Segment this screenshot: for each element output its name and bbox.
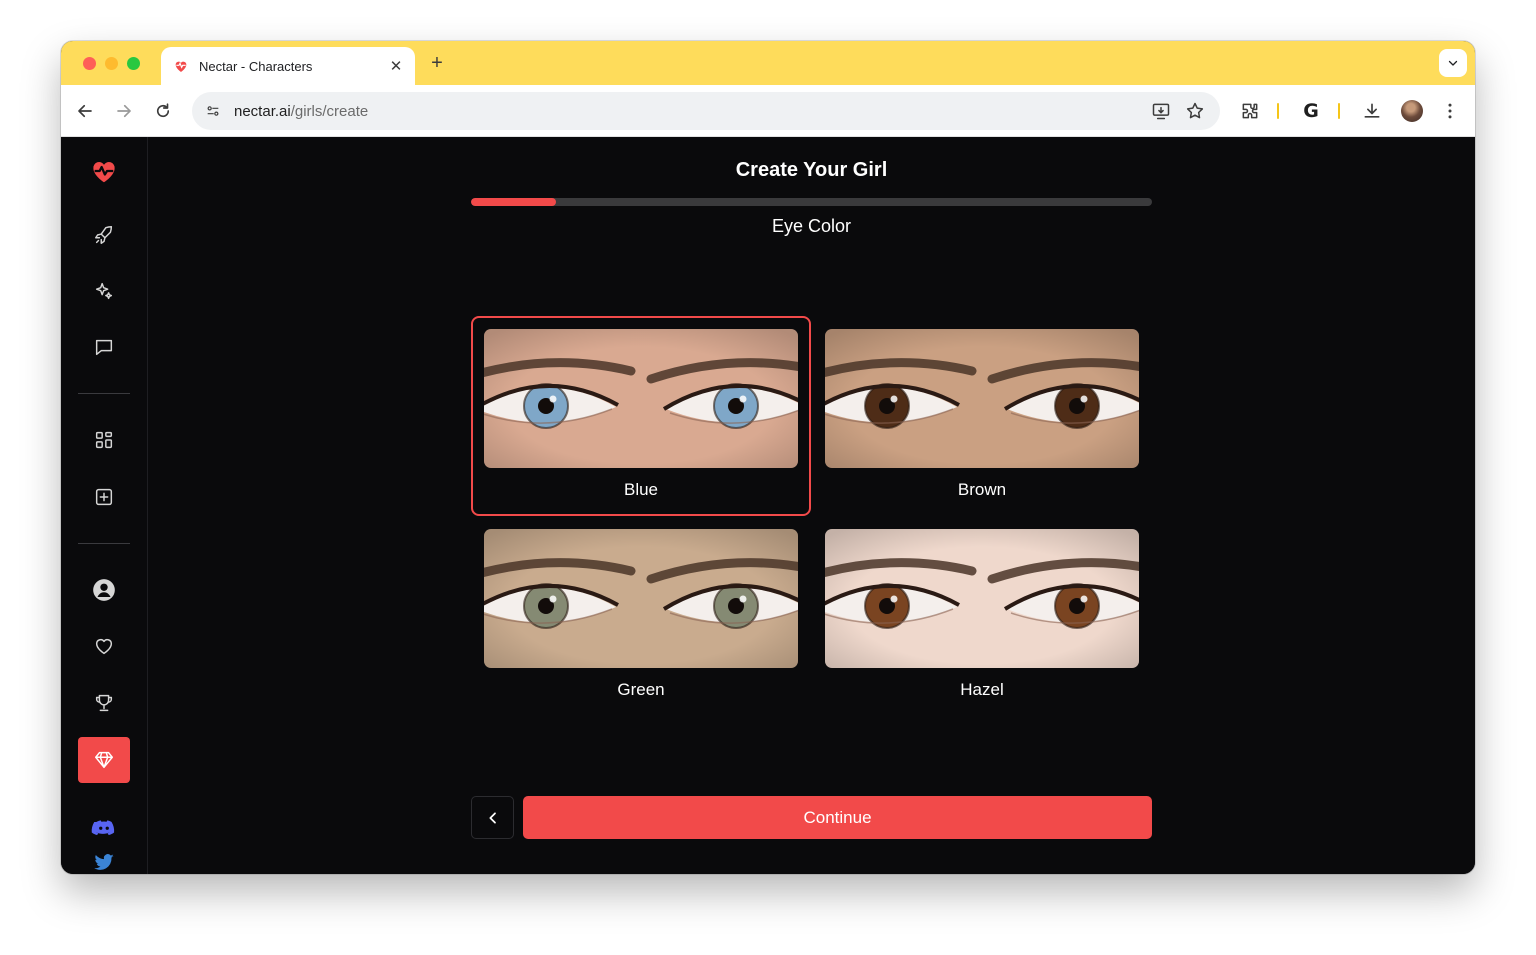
extensions-puzzle-icon[interactable] [1237, 98, 1263, 124]
user-icon[interactable] [78, 567, 130, 613]
browser-toolbar: nectar.ai/girls/create G [61, 85, 1475, 137]
toolbar-separator [1277, 103, 1279, 119]
chat-icon[interactable] [78, 324, 130, 370]
eye-photo [484, 329, 798, 468]
reload-icon[interactable] [149, 97, 177, 125]
eye-color-option-brown[interactable]: Brown [812, 316, 1152, 516]
eye-color-option-green[interactable]: Green [471, 516, 811, 716]
heart-icon[interactable] [78, 623, 130, 669]
premium-gem-icon[interactable] [78, 737, 130, 783]
site-settings-icon[interactable] [202, 100, 224, 122]
eye-photo [484, 529, 798, 668]
bookmark-star-icon[interactable] [1184, 100, 1206, 122]
eye-illustration [825, 529, 1139, 668]
google-g-icon[interactable]: G [1298, 98, 1324, 124]
tab-close-icon[interactable]: ✕ [387, 57, 405, 75]
toolbar-separator [1338, 103, 1340, 119]
plus-square-icon[interactable] [78, 474, 130, 520]
rocket-icon[interactable] [78, 212, 130, 258]
page-title: Create Your Girl [735, 159, 888, 181]
url-text: nectar.ai/girls/create [234, 103, 368, 120]
twitter-icon[interactable] [78, 849, 130, 874]
wizard-progress-bar [471, 198, 1152, 206]
nectar-favicon-icon [173, 58, 189, 74]
step-title: Eye Color [771, 216, 852, 236]
tab-title: Nectar - Characters [199, 58, 313, 74]
tab-search-dropdown-icon[interactable] [1439, 49, 1467, 77]
eye-color-option-hazel[interactable]: Hazel [812, 516, 1152, 716]
eye-illustration [484, 329, 798, 468]
option-label: Brown [957, 480, 1007, 499]
continue-button[interactable]: Continue [523, 796, 1152, 839]
grid-icon[interactable] [78, 417, 130, 463]
back-arrow-icon[interactable] [71, 97, 99, 125]
address-bar[interactable]: nectar.ai/girls/create [192, 92, 1220, 130]
close-window-button[interactable] [83, 57, 96, 70]
url-path: /girls/create [290, 102, 369, 120]
option-label: Blue [623, 480, 659, 499]
sidebar-divider [78, 393, 130, 394]
logo-heart-pulse-icon[interactable] [78, 148, 130, 194]
eye-illustration [825, 329, 1139, 468]
browser-tab-active[interactable]: Nectar - Characters ✕ [161, 47, 415, 85]
wizard-back-button[interactable] [471, 796, 514, 839]
maximize-window-button[interactable] [127, 57, 140, 70]
create-girl-wizard: Create Your Girl Eye Color Blue Brown Gr… [148, 137, 1475, 874]
trophy-icon[interactable] [78, 680, 130, 726]
eye-illustration [484, 529, 798, 668]
url-host: nectar.ai [234, 102, 291, 120]
option-label: Hazel [960, 680, 1004, 699]
option-label: Green [617, 680, 665, 699]
sidebar [61, 137, 148, 874]
download-icon[interactable] [1359, 98, 1385, 124]
minimize-window-button[interactable] [105, 57, 118, 70]
eye-photo [825, 329, 1139, 468]
sparkles-icon[interactable] [78, 268, 130, 314]
sidebar-divider [78, 543, 130, 544]
page-viewport: Create Your Girl Eye Color Blue Brown Gr… [61, 137, 1475, 874]
forward-arrow-icon[interactable] [110, 97, 138, 125]
chevron-left-icon [488, 811, 496, 824]
browser-menu-icon[interactable] [1437, 98, 1463, 124]
discord-icon[interactable] [78, 805, 130, 851]
browser-window: Nectar - Characters ✕ + nectar.ai/girls/… [61, 41, 1475, 874]
wizard-progress-fill [471, 198, 557, 206]
eye-photo [825, 529, 1139, 668]
eye-color-option-blue[interactable]: Blue [471, 316, 811, 516]
install-app-icon[interactable] [1150, 100, 1172, 122]
profile-avatar[interactable] [1399, 98, 1425, 124]
browser-titlebar: Nectar - Characters ✕ + [61, 41, 1475, 85]
new-tab-icon[interactable]: + [425, 51, 449, 75]
